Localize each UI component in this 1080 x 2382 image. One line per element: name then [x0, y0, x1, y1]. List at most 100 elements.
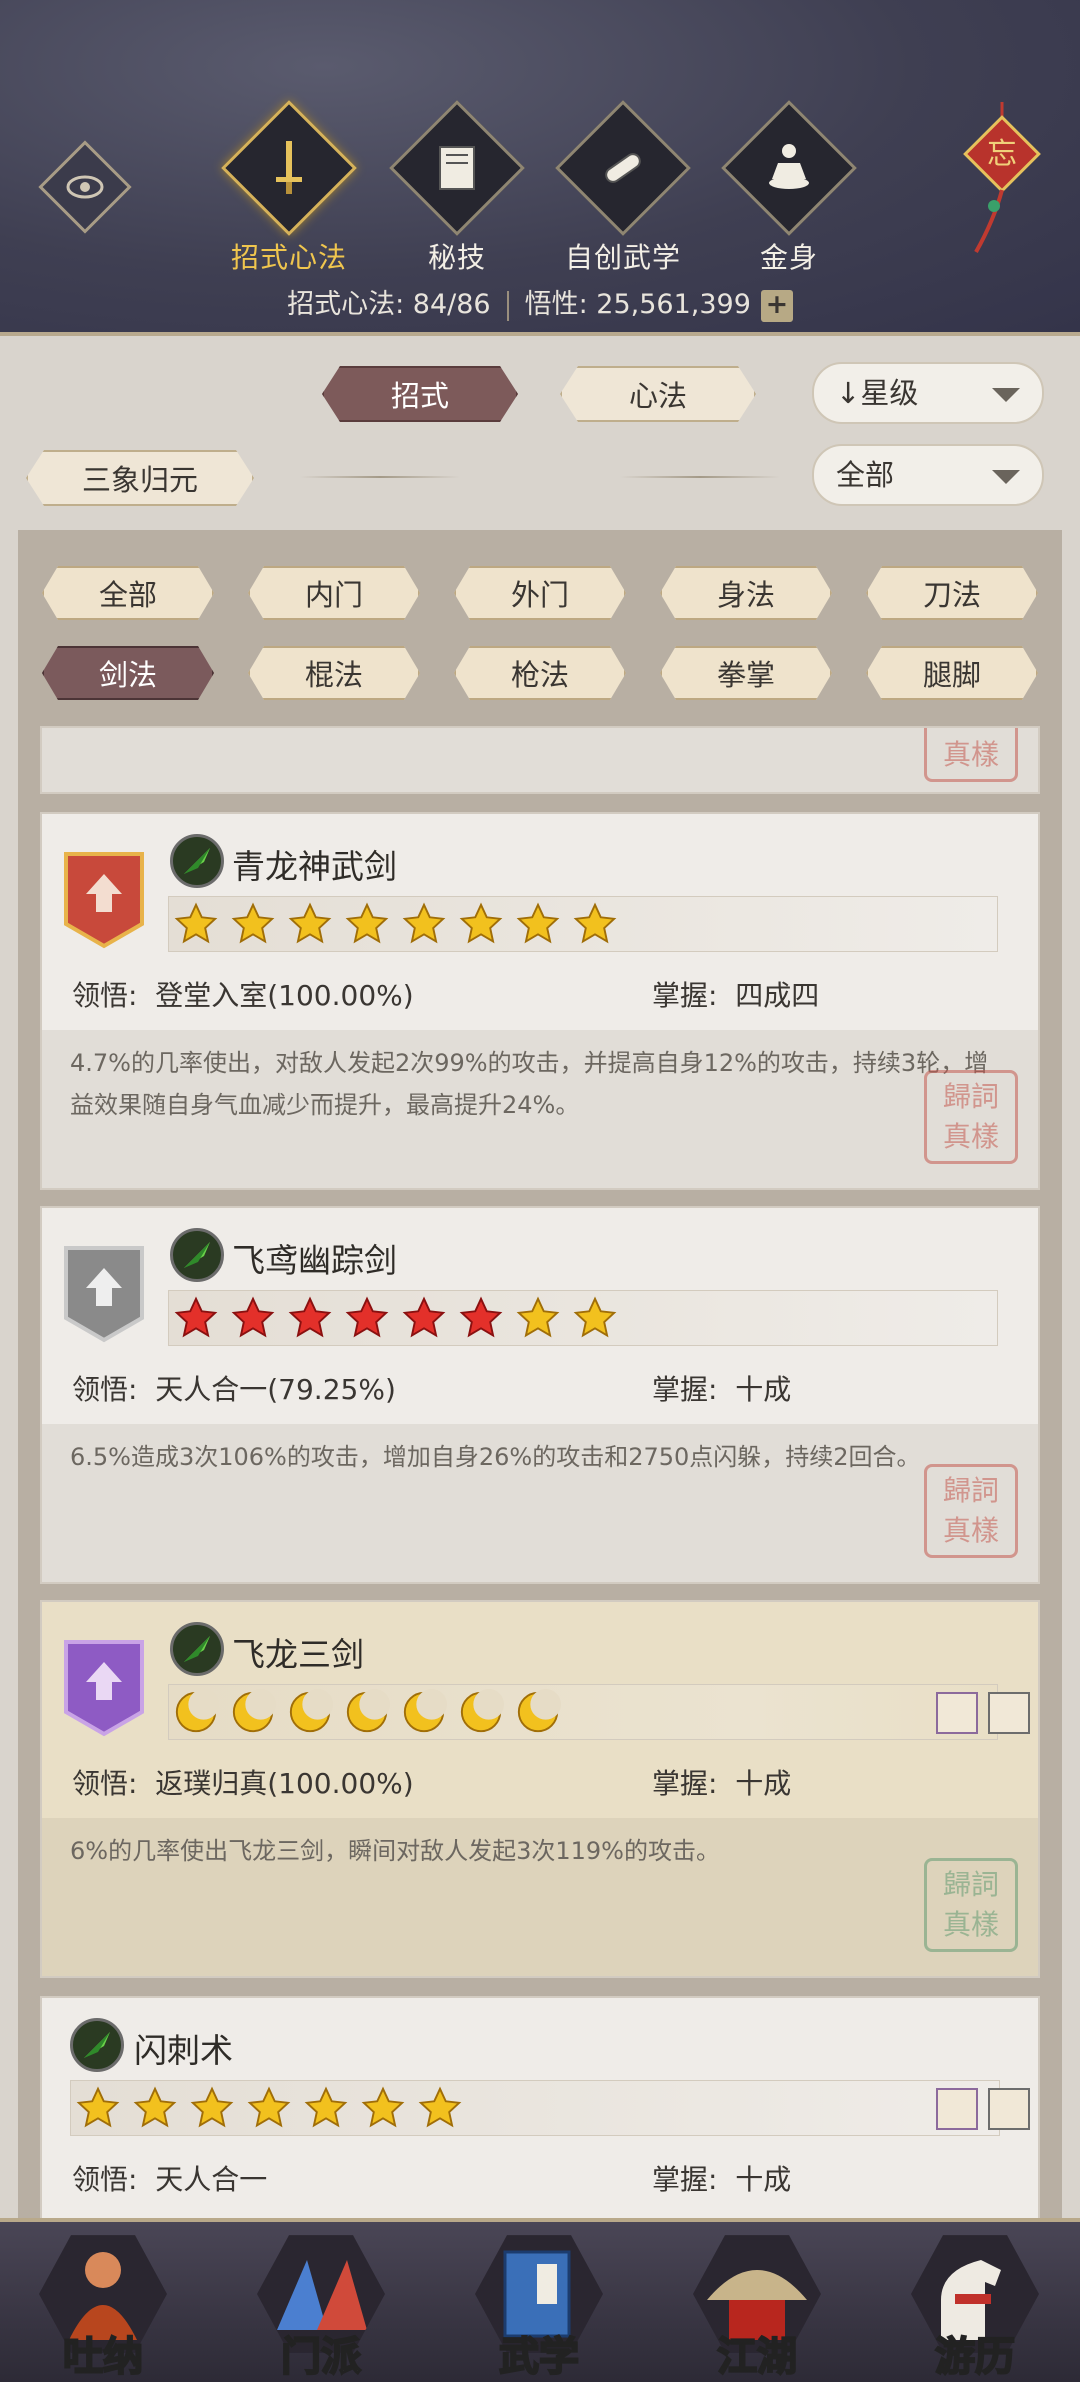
- nav-jianghu[interactable]: 江湖: [682, 2220, 832, 2382]
- category-outer[interactable]: 外门: [454, 566, 626, 620]
- insight-value: 悟性: 25,561,399: [524, 289, 751, 320]
- add-insight-button[interactable]: +: [760, 289, 793, 322]
- lucky-knot-icon[interactable]: 忘: [960, 102, 1044, 262]
- chevron-down-icon: [992, 388, 1020, 402]
- gold-star-icon: [174, 902, 218, 944]
- gold-star-icon: [76, 2086, 120, 2128]
- book-icon: [439, 146, 475, 190]
- sword-skill-icon: [170, 1622, 224, 1676]
- skill-card[interactable]: 飞鸢幽踪剑 领悟: 天人合一(79.25%) 掌握: 十成 6.5%造成3次10…: [40, 1206, 1040, 1584]
- sword-skill-icon: [170, 834, 224, 888]
- gold-star-icon: [288, 902, 332, 944]
- mastery: 掌握: 十成: [652, 1373, 792, 1406]
- comprehension: 领悟: 返璞归真(100.00%): [72, 1767, 414, 1800]
- meditation-icon: [769, 144, 809, 189]
- seal-stamp: 歸詞真樣: [924, 728, 1018, 782]
- mastery: 掌握: 十成: [652, 2163, 792, 2196]
- star-rating: [168, 1684, 998, 1740]
- nav-sect[interactable]: 门派: [246, 2220, 396, 2382]
- star-rating: [168, 896, 998, 952]
- skill-card-partial[interactable]: 歸詞真樣: [40, 726, 1040, 794]
- equip-slot-icon[interactable]: [988, 2088, 1030, 2130]
- skill-description: 6%的几率使出飞龙三剑，瞬间对敌人发起3次119%的攻击。: [42, 1818, 1038, 1976]
- moon-icon: [403, 1689, 447, 1733]
- weapon-slot-icon[interactable]: [936, 2088, 978, 2130]
- category-sword[interactable]: 剑法: [42, 646, 214, 700]
- red-star-icon: [459, 1296, 503, 1338]
- skill-description: 4.7%的几率使出，对敌人发起2次99%的攻击，并提高自身12%的攻击，持续3轮…: [42, 1030, 1038, 1188]
- moon-icon: [460, 1689, 504, 1733]
- gold-star-icon: [361, 2086, 405, 2128]
- skill-name: 青龙神武剑: [232, 847, 397, 886]
- sword-skill-icon: [70, 2018, 124, 2072]
- gold-star-icon: [516, 902, 560, 944]
- nav-label: 门派: [280, 2332, 362, 2381]
- weapon-slot-icon[interactable]: [936, 1692, 978, 1734]
- gold-star-icon: [133, 2086, 177, 2128]
- seal-stamp: 歸詞真樣: [924, 1858, 1018, 1952]
- set-filter-button[interactable]: 三象归元: [26, 450, 254, 506]
- skill-card[interactable]: 闪刺术 领悟: 天人合一 掌握: 十成: [40, 1996, 1040, 2218]
- type-moves-button[interactable]: 招式: [322, 366, 518, 422]
- skill-card[interactable]: 飞龙三剑 领悟: 返璞归真(100.00%) 掌握: 十成 6%的几率使出飞龙三…: [40, 1600, 1040, 1978]
- moon-icon: [232, 1689, 276, 1733]
- skill-card[interactable]: 青龙神武剑 领悟: 登堂入室(100.00%) 掌握: 四成四 4.7%的几率使…: [40, 812, 1040, 1190]
- gold-star-icon: [231, 902, 275, 944]
- category-spear[interactable]: 枪法: [454, 646, 626, 700]
- tab-label: 秘技: [427, 241, 486, 274]
- category-fist[interactable]: 拳掌: [660, 646, 832, 700]
- scroll-icon: [605, 153, 641, 183]
- sword-icon: [276, 141, 302, 194]
- tab-moves-methods[interactable]: 招式心法: [221, 100, 357, 274]
- scope-select[interactable]: 全部: [812, 444, 1044, 506]
- red-star-icon: [345, 1296, 389, 1338]
- moves-count: 招式心法: 84/86: [287, 289, 491, 320]
- divider: [300, 476, 460, 478]
- nav-label: 吐纳: [62, 2332, 144, 2381]
- tab-label: 金身: [759, 241, 818, 274]
- gold-star-icon: [459, 902, 503, 944]
- nav-label: 游历: [934, 2332, 1016, 2381]
- nav-travel[interactable]: 游历: [900, 2220, 1050, 2382]
- category-leg[interactable]: 腿脚: [866, 646, 1038, 700]
- eye-icon: [66, 175, 104, 199]
- red-star-icon: [288, 1296, 332, 1338]
- star-rating: [168, 1290, 998, 1346]
- visibility-toggle-button[interactable]: [38, 140, 132, 234]
- tab-self-created[interactable]: 自创武学: [555, 100, 691, 274]
- comprehension: 领悟: 天人合一(79.25%): [72, 1373, 396, 1406]
- gold-star-icon: [573, 1296, 617, 1338]
- skill-description: 6.5%造成3次106%的攻击，增加自身26%的攻击和2750点闪躲，持续2回合…: [42, 1424, 1038, 1582]
- gold-star-icon: [190, 2086, 234, 2128]
- category-blade[interactable]: 刀法: [866, 566, 1038, 620]
- category-movement[interactable]: 身法: [660, 566, 832, 620]
- tab-golden-body[interactable]: 金身: [721, 100, 857, 274]
- red-star-icon: [174, 1296, 218, 1338]
- mastery: 掌握: 十成: [652, 1767, 792, 1800]
- rank-badge-icon: [64, 852, 144, 949]
- divider: [620, 476, 780, 478]
- skill-name: 闪刺术: [134, 2031, 233, 2070]
- red-star-icon: [402, 1296, 446, 1338]
- nav-martial-arts[interactable]: 武学: [464, 2220, 614, 2382]
- sort-label: 星级: [860, 376, 919, 410]
- tab-label: 自创武学: [564, 241, 681, 274]
- gold-star-icon: [345, 902, 389, 944]
- nav-breathing[interactable]: 吐纳: [28, 2220, 178, 2382]
- type-methods-button[interactable]: 心法: [560, 366, 756, 422]
- rank-badge-icon: [64, 1246, 144, 1343]
- sword-skill-icon: [170, 1228, 224, 1282]
- category-staff[interactable]: 棍法: [248, 646, 420, 700]
- top-header: 招式心法 秘技 自创武学 金身 忘 招式心法: 84/86 悟性: 25,561,…: [0, 0, 1080, 336]
- svg-text:忘: 忘: [987, 137, 1017, 172]
- gold-star-icon: [304, 2086, 348, 2128]
- category-all[interactable]: 全部: [42, 566, 214, 620]
- comprehension: 领悟: 登堂入室(100.00%): [72, 979, 414, 1012]
- moon-icon: [346, 1689, 390, 1733]
- category-inner[interactable]: 内门: [248, 566, 420, 620]
- equip-slot-icon[interactable]: [988, 1692, 1030, 1734]
- bottom-nav: 吐纳 门派 武学 江湖 游历: [0, 2218, 1080, 2382]
- tab-secret-skills[interactable]: 秘技: [389, 100, 525, 274]
- sort-select[interactable]: ↓星级: [812, 362, 1044, 424]
- gold-star-icon: [247, 2086, 291, 2128]
